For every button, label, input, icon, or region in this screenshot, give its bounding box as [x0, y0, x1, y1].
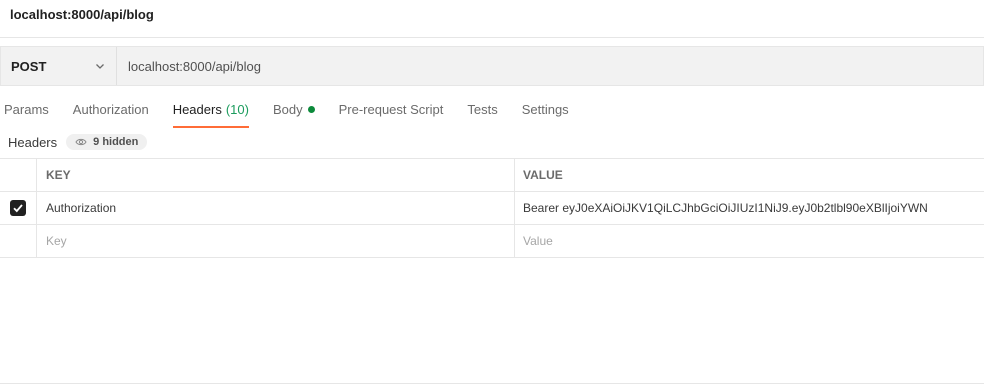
header-key-cell[interactable]: Authorization [37, 192, 515, 224]
method-select[interactable]: POST [1, 47, 117, 85]
tab-tests[interactable]: Tests [467, 96, 497, 126]
header-value-cell[interactable]: Bearer eyJ0eXAiOiJKV1QiLCJhbGciOiJIUzI1N… [515, 192, 984, 224]
checkbox-column-header [0, 159, 37, 191]
tab-label: Params [4, 102, 49, 117]
hidden-count: 9 hidden [93, 136, 139, 148]
url-input[interactable]: localhost:8000/api/blog [117, 59, 261, 74]
headers-table: KEY VALUE Authorization Bearer eyJ0eXAiO… [0, 158, 984, 258]
tab-label: Pre-request Script [338, 102, 444, 117]
eye-icon [75, 138, 87, 146]
request-editor: localhost:8000/api/blog POST localhost:8… [0, 0, 984, 385]
key-column-header: KEY [37, 159, 515, 191]
tab-params[interactable]: Params [4, 96, 49, 126]
tab-headers[interactable]: Headers (10) [172, 96, 250, 128]
row-checkbox-cell [0, 225, 37, 257]
table-row: Authorization Bearer eyJ0eXAiOiJKV1QiLCJ… [0, 192, 984, 225]
chevron-down-icon [96, 64, 104, 69]
tab-label: Body [272, 102, 303, 117]
tab-pre-request-script[interactable]: Pre-request Script [339, 96, 444, 126]
url-bar: POST localhost:8000/api/blog [0, 46, 984, 86]
tab-settings[interactable]: Settings [522, 96, 569, 126]
body-indicator-dot [307, 106, 315, 113]
row-checkbox-cell [0, 192, 37, 224]
new-key-input[interactable]: Key [37, 225, 515, 257]
divider [0, 383, 984, 384]
headers-count: (10) [225, 102, 249, 117]
tab-label: Authorization [72, 102, 149, 117]
value-column-header: VALUE [523, 168, 563, 182]
checkmark-icon [13, 204, 23, 213]
row-checkbox[interactable] [10, 200, 26, 216]
divider [0, 37, 984, 38]
new-value-input[interactable]: Value [515, 225, 984, 257]
tab-body[interactable]: Body [273, 96, 315, 126]
tab-label: Settings [521, 102, 569, 117]
hidden-headers-toggle[interactable]: 9 hidden [66, 134, 148, 150]
tab-label: Headers [172, 102, 222, 117]
headers-label: Headers [8, 134, 58, 150]
headers-subheader: Headers 9 hidden [8, 132, 148, 152]
method-label: POST [11, 58, 47, 74]
request-tabs: Params Authorization Headers (10) Body Pr… [0, 96, 593, 128]
tab-authorization[interactable]: Authorization [73, 96, 149, 126]
tab-label: Tests [467, 102, 498, 117]
table-header-row: KEY VALUE [0, 159, 984, 192]
table-row-new: Key Value [0, 225, 984, 258]
request-title[interactable]: localhost:8000/api/blog [10, 7, 154, 22]
